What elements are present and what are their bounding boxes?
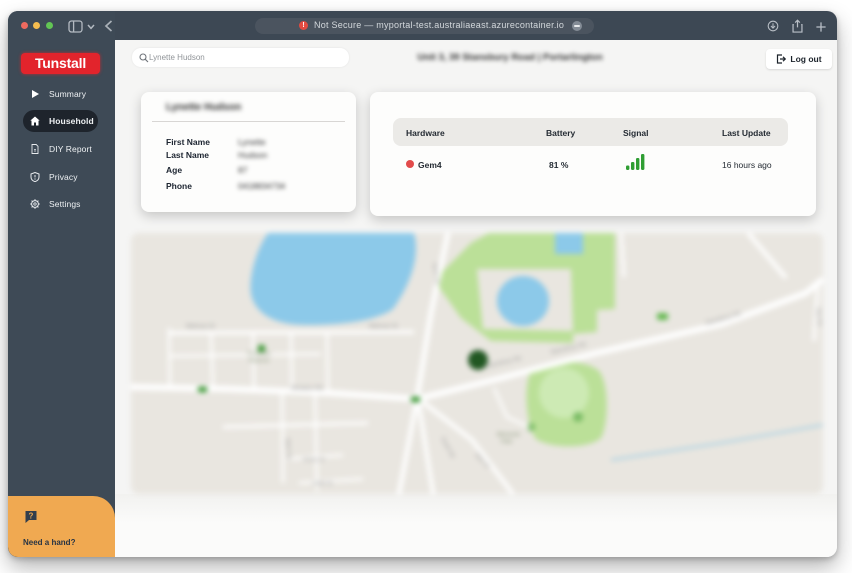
svg-text:Smart St: Smart St	[303, 457, 325, 463]
svg-text:?: ?	[29, 511, 34, 520]
svg-text:Trevaskis: Trevaskis	[247, 351, 271, 357]
svg-text:Melrose St: Melrose St	[186, 324, 215, 330]
svg-text:Melrose St: Melrose St	[369, 324, 398, 330]
svg-text:Park: Park	[501, 439, 513, 445]
svg-text:Minlaton Rd: Minlaton Rd	[291, 386, 323, 392]
svg-text:Edith St: Edith St	[313, 481, 333, 487]
svg-text:Reserve: Reserve	[249, 358, 269, 364]
svg-text:Memorial: Memorial	[497, 432, 520, 438]
svg-text:Bay Rd: Bay Rd	[815, 308, 822, 326]
